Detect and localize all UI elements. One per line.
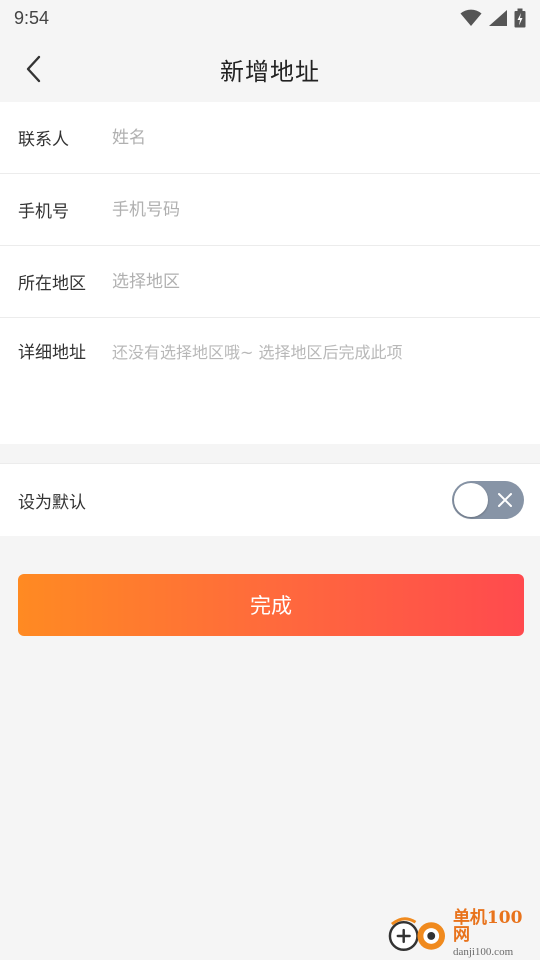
chevron-left-icon: [26, 55, 41, 83]
address-form: 联系人 手机号 所在地区 详细地址: [0, 102, 540, 444]
status-bar: 9:54: [0, 0, 540, 36]
phone-label: 手机号: [18, 202, 69, 222]
contact-row: 联系人: [0, 102, 540, 174]
detail-address-label: 详细地址: [18, 343, 86, 363]
region-label: 所在地区: [18, 274, 86, 294]
watermark-domain: danji100.com: [452, 946, 514, 958]
signal-icon: [489, 10, 507, 26]
wifi-icon: [460, 9, 482, 26]
toggle-knob: [454, 483, 488, 517]
owl-logo-icon: [388, 917, 446, 951]
detail-address-textarea[interactable]: [112, 338, 540, 429]
back-button[interactable]: [14, 46, 54, 92]
submit-button[interactable]: 完成: [18, 574, 524, 636]
status-time: 9:54: [14, 7, 50, 28]
page-title: 新增地址: [220, 57, 320, 86]
region-row[interactable]: 所在地区: [0, 246, 540, 318]
watermark-name: 单机100网: [452, 908, 523, 945]
phone-number-input[interactable]: [112, 199, 540, 220]
watermark-logo: 单机100网 danji100.com: [386, 910, 538, 958]
region-select-input[interactable]: [112, 271, 540, 292]
phone-row: 手机号: [0, 174, 540, 246]
default-address-label: 设为默认: [18, 492, 86, 513]
nav-bar: 新增地址: [0, 36, 540, 102]
close-icon: [498, 493, 512, 507]
default-address-toggle[interactable]: [452, 481, 524, 519]
detail-address-row: 详细地址: [0, 318, 540, 444]
watermark-text: 单机100网 danji100.com: [453, 910, 538, 958]
battery-icon: [514, 8, 526, 28]
default-address-row: 设为默认: [0, 463, 540, 536]
app-screen: 9:54 新增地址 联系人 姓名 手机号 手机号码 所在地区 选择地区 详细地址…: [0, 0, 540, 960]
contact-label: 联系人: [18, 130, 69, 150]
status-icons: [460, 8, 526, 28]
contact-name-input[interactable]: [112, 127, 540, 148]
